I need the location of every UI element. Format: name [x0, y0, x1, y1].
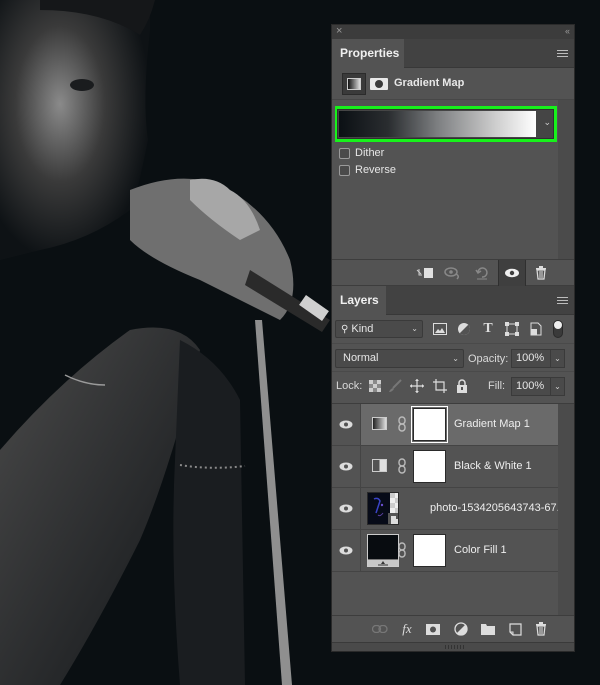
visibility-eye-icon[interactable]	[332, 530, 361, 571]
tab-properties[interactable]: Properties	[332, 39, 404, 68]
adjustment-filter-icon[interactable]	[456, 321, 472, 337]
panel-resize-handle[interactable]	[332, 642, 574, 651]
chevron-down-icon: ⌄	[411, 324, 418, 333]
reverse-label: Reverse	[355, 164, 396, 176]
type-filter-icon[interactable]: T	[480, 321, 496, 337]
gradient-picker[interactable]: ⌄	[337, 109, 554, 139]
layer-name[interactable]: Black & White 1	[454, 460, 532, 472]
layer-filter-row: ⚲ Kind ⌄ T	[332, 315, 574, 343]
dither-checkbox[interactable]	[339, 147, 350, 159]
lock-image-pixels-icon[interactable]	[387, 378, 403, 394]
opacity-input[interactable]: 100%	[511, 349, 551, 368]
layer-name[interactable]: Color Fill 1	[454, 544, 507, 556]
fill-dropdown-button[interactable]: ⌄	[550, 377, 565, 396]
layer-row-gradient-map[interactable]: Gradient Map 1	[332, 404, 558, 446]
pixel-layer-filter-icon[interactable]	[432, 321, 448, 337]
blend-mode-value: Normal	[343, 352, 379, 364]
close-icon[interactable]: ×	[336, 25, 342, 38]
adjustment-layer-icon[interactable]	[453, 621, 469, 637]
layers-scrollbar[interactable]	[558, 404, 574, 616]
opacity-dropdown-button[interactable]: ⌄	[550, 349, 565, 368]
collapse-icon[interactable]: ‹‹	[565, 25, 570, 38]
layers-tab-row: Layers	[332, 286, 574, 315]
layer-list: Gradient Map 1 Black & White 1 photo-153…	[332, 403, 574, 616]
fx-icon[interactable]: fx	[399, 621, 415, 637]
layers-footer: fx	[332, 615, 574, 641]
layer-row-color-fill[interactable]: Color Fill 1	[332, 530, 558, 572]
fill-label: Fill:	[488, 380, 506, 392]
visibility-eye-icon[interactable]	[332, 488, 361, 529]
visibility-eye-icon[interactable]	[332, 404, 361, 445]
panel-titlebar[interactable]: × ‹‹	[332, 25, 574, 39]
gradient-preview-bar[interactable]	[339, 111, 536, 137]
delete-layer-icon[interactable]	[533, 621, 549, 637]
mask-icon[interactable]	[370, 78, 388, 90]
visibility-eye-icon[interactable]	[332, 446, 361, 487]
chain-link-icon[interactable]	[398, 416, 406, 432]
properties-header: Gradient Map	[332, 68, 574, 100]
panel-menu-icon[interactable]	[557, 50, 568, 58]
gradient-map-layer-icon	[372, 417, 387, 430]
properties-tab-row: Properties	[332, 39, 574, 68]
black-white-layer-icon	[372, 459, 387, 472]
layer-mask-thumbnail[interactable]	[413, 534, 446, 567]
lock-transparent-pixels-icon[interactable]	[367, 378, 383, 394]
properties-footer	[332, 259, 574, 286]
filter-toggle-switch[interactable]	[550, 320, 566, 338]
shape-filter-icon[interactable]	[504, 321, 520, 337]
clip-to-layer-icon[interactable]	[412, 260, 438, 286]
lock-row: Lock: Fill: 100% ⌄	[332, 371, 574, 399]
view-previous-state-icon[interactable]	[440, 260, 466, 286]
layer-row-photo[interactable]: photo-1534205643743-67...	[332, 488, 566, 530]
lock-artboard-icon[interactable]	[432, 378, 448, 394]
filter-kind-select[interactable]: ⚲ Kind ⌄	[335, 320, 423, 338]
visibility-icon[interactable]	[498, 260, 526, 286]
reverse-option[interactable]: Reverse	[339, 163, 396, 177]
search-icon: ⚲	[341, 324, 349, 335]
opacity-label: Opacity:	[468, 353, 509, 365]
delete-icon[interactable]	[528, 260, 554, 286]
reset-icon[interactable]	[469, 260, 495, 286]
filter-kind-value: Kind	[351, 323, 374, 335]
grip-icon	[445, 645, 465, 649]
reverse-checkbox[interactable]	[339, 164, 350, 176]
dither-label: Dither	[355, 147, 385, 159]
panel-dock: × ‹‹ Properties Gradient Map ⌄ Dither Re…	[331, 24, 575, 652]
properties-body: ⌄ Dither Reverse	[332, 100, 574, 259]
layers-menu-icon[interactable]	[557, 297, 568, 305]
group-icon[interactable]	[480, 621, 496, 637]
lock-label: Lock:	[336, 380, 363, 392]
color-fill-layer-thumbnail[interactable]	[367, 534, 399, 567]
tab-layers[interactable]: Layers	[332, 286, 386, 315]
layer-mask-thumbnail[interactable]	[413, 450, 446, 483]
lock-all-icon[interactable]	[454, 378, 470, 394]
add-mask-icon[interactable]	[425, 621, 441, 637]
lock-position-icon[interactable]	[409, 378, 425, 394]
photo-layer-thumbnail[interactable]	[367, 492, 399, 525]
layer-name[interactable]: photo-1534205643743-67...	[430, 502, 566, 514]
layer-mask-thumbnail[interactable]	[411, 406, 448, 443]
dither-option[interactable]: Dither	[339, 146, 384, 160]
layer-name[interactable]: Gradient Map 1	[454, 418, 530, 430]
chevron-down-icon: ⌄	[452, 354, 459, 363]
chevron-down-icon[interactable]: ⌄	[543, 117, 551, 128]
properties-scrollbar[interactable]	[558, 100, 574, 259]
adjustment-title: Gradient Map	[394, 77, 465, 89]
layer-row-black-white[interactable]: Black & White 1	[332, 446, 558, 488]
chain-link-icon[interactable]	[398, 458, 406, 474]
new-layer-icon[interactable]	[507, 621, 523, 637]
chain-link-icon[interactable]	[398, 542, 406, 558]
fill-input[interactable]: 100%	[511, 377, 551, 396]
gradient-map-adjustment-icon[interactable]	[342, 73, 366, 95]
link-layers-icon[interactable]	[372, 621, 388, 637]
smart-object-filter-icon[interactable]	[528, 321, 544, 337]
blend-mode-row: Normal ⌄ Opacity: 100% ⌄	[332, 343, 574, 371]
blend-mode-select[interactable]: Normal ⌄	[335, 349, 464, 368]
